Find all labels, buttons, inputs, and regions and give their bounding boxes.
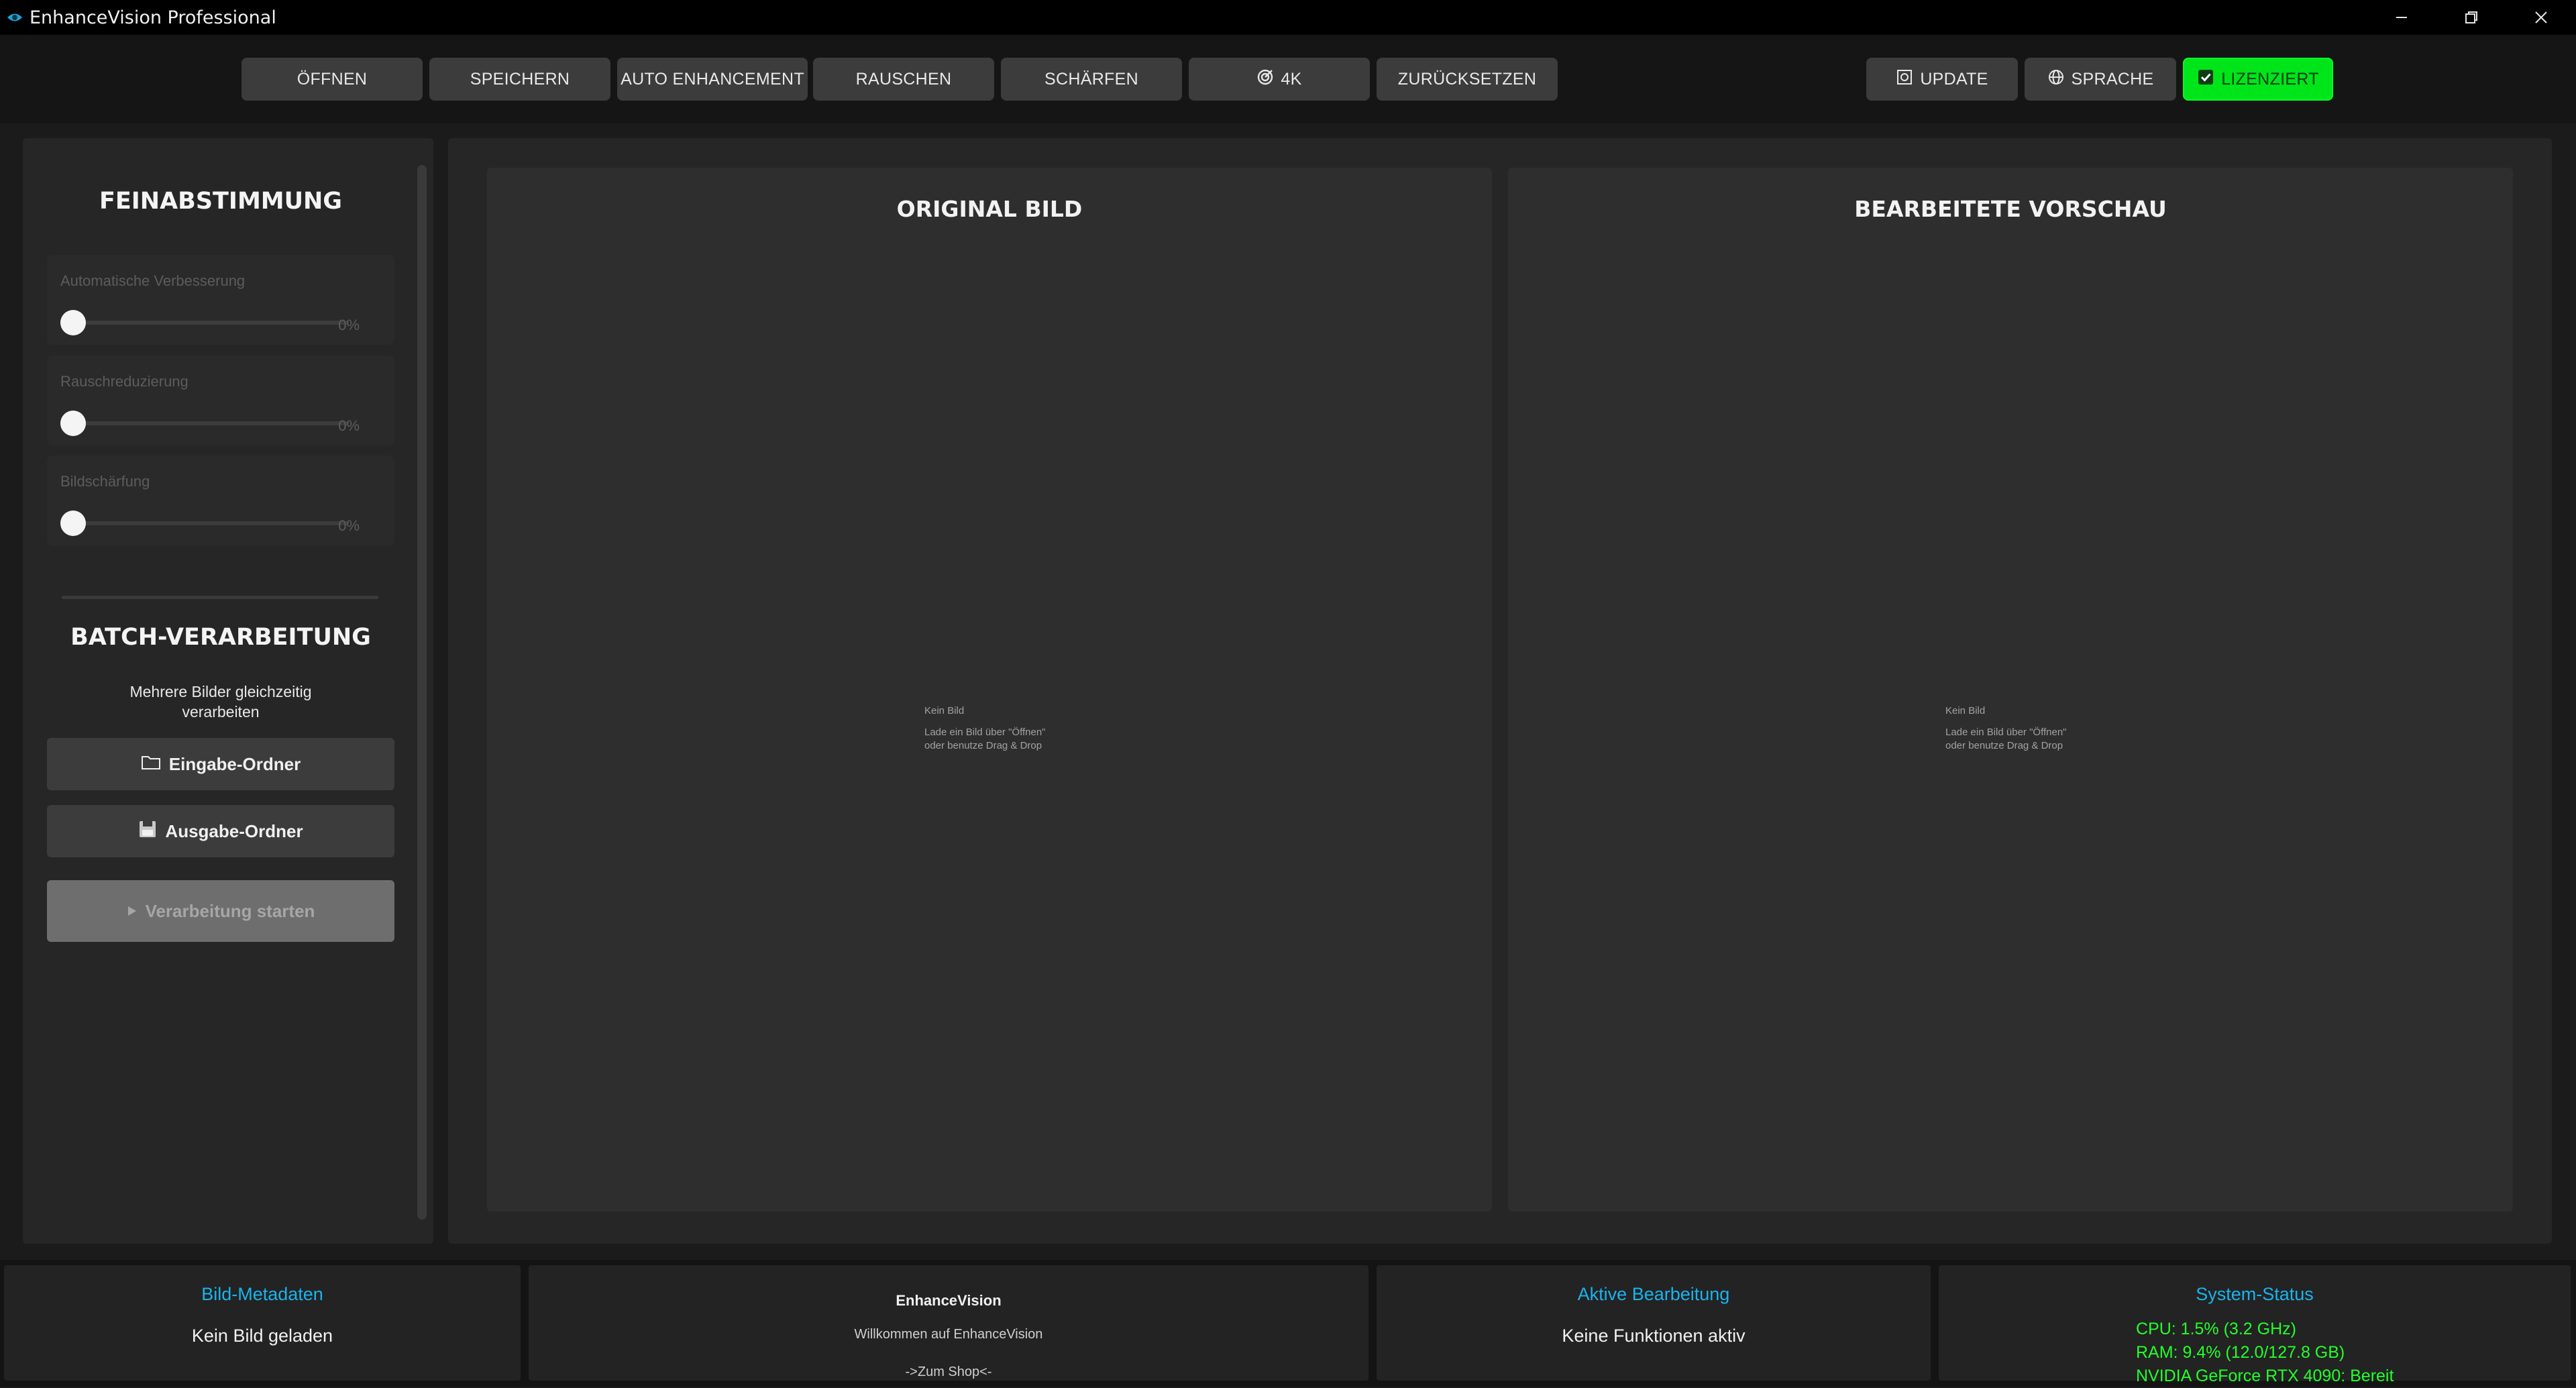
batch-description: Mehrere Bilder gleichzeitig verarbeiten — [129, 683, 312, 720]
image-metadata-box: Bild-Metadaten Kein Bild geladen — [4, 1265, 521, 1381]
slider-label: Automatische Verbesserung — [60, 272, 246, 289]
system-status-lines: CPU: 1.5% (3.2 GHz) RAM: 9.4% (12.0/127.… — [2136, 1318, 2394, 1388]
slider-handle[interactable] — [60, 411, 86, 436]
slider-handle[interactable] — [60, 511, 86, 536]
system-status-box: System-Status CPU: 1.5% (3.2 GHz) RAM: 9… — [1939, 1265, 2571, 1385]
welcome-text: Willkommen auf EnhanceVision — [854, 1327, 1043, 1342]
check-icon — [2197, 68, 2214, 91]
section-divider — [62, 596, 378, 599]
app-logo-icon — [5, 8, 24, 27]
noise-button[interactable]: RAUSCHEN — [813, 58, 994, 101]
main-content: ORIGINAL BILD Kein Bild Lade ein Bild üb… — [448, 138, 2552, 1244]
update-icon — [1896, 68, 1913, 91]
slider-value: 0% — [338, 317, 360, 333]
slider-label: Rauschreduzierung — [60, 373, 189, 390]
title-bar: EnhanceVision Professional — [0, 0, 2576, 35]
slider-value: 0% — [338, 517, 360, 534]
play-icon — [127, 901, 138, 922]
slider-track[interactable] — [74, 421, 349, 425]
target-icon — [1256, 68, 1274, 91]
empty-placeholder: Kein Bild Lade ein Bild über "Öffnen" od… — [1945, 705, 2067, 751]
system-status-title: System-Status — [2196, 1284, 2314, 1304]
metadata-value: Kein Bild geladen — [191, 1326, 333, 1346]
open-button[interactable]: ÖFFNEN — [241, 58, 423, 101]
start-processing-button[interactable]: Verarbeitung starten — [47, 880, 394, 942]
auto-enhance-slider-card: Automatische Verbesserung 0% — [47, 255, 394, 345]
slider-track[interactable] — [74, 521, 349, 525]
active-editing-box: Aktive Bearbeitung Keine Funktionen akti… — [1377, 1265, 1931, 1381]
gpu-status: NVIDIA GeForce RTX 4090: Bereit — [2136, 1367, 2394, 1385]
language-button[interactable]: SPRACHE — [2025, 58, 2176, 101]
licensed-button[interactable]: LIZENZIERT — [2183, 58, 2333, 101]
minimize-icon[interactable] — [2367, 0, 2436, 35]
floppy-disk-icon — [138, 820, 157, 843]
globe-icon — [2047, 68, 2065, 91]
edited-preview-panel[interactable]: BEARBEITETE VORSCHAU Kein Bild Lade ein … — [1508, 168, 2513, 1212]
batch-title: BATCH-VERARBEITUNG — [70, 624, 371, 651]
restore-icon[interactable] — [2436, 0, 2506, 35]
folder-icon — [141, 753, 161, 776]
noise-reduction-slider-card: Rauschreduzierung 0% — [47, 356, 394, 445]
app-name: EnhanceVision — [896, 1292, 1002, 1309]
toolbar: ÖFFNEN SPEICHERN AUTO ENHANCEMENT RAUSCH… — [0, 35, 2576, 123]
shop-link[interactable]: ->Zum Shop<- — [529, 1365, 1368, 1380]
update-button[interactable]: UPDATE — [1866, 58, 2018, 101]
window-title: EnhanceVision Professional — [30, 7, 276, 28]
ram-status: RAM: 9.4% (12.0/127.8 GB) — [2136, 1343, 2345, 1362]
reset-button[interactable]: ZURÜCKSETZEN — [1377, 58, 1558, 101]
original-image-title: ORIGINAL BILD — [896, 196, 1083, 222]
empty-placeholder: Kein Bild Lade ein Bild über "Öffnen" od… — [924, 705, 1046, 751]
active-editing-title: Aktive Bearbeitung — [1577, 1284, 1730, 1304]
welcome-box: EnhanceVision Willkommen auf EnhanceVisi… — [529, 1265, 1368, 1381]
slider-track[interactable] — [74, 321, 349, 325]
edited-preview-title: BEARBEITETE VORSCHAU — [1854, 196, 2167, 222]
save-button[interactable]: SPEICHERN — [429, 58, 610, 101]
slider-value: 0% — [338, 417, 360, 434]
close-icon[interactable] — [2506, 0, 2576, 35]
slider-label: Bildschärfung — [60, 473, 150, 490]
4k-button[interactable]: 4K — [1189, 58, 1370, 101]
status-footer: Bild-Metadaten Kein Bild geladen Enhance… — [0, 1260, 2576, 1387]
fine-tuning-title: FEINABSTIMMUNG — [99, 188, 343, 215]
auto-enhancement-button[interactable]: AUTO ENHANCEMENT — [617, 58, 808, 101]
original-image-panel[interactable]: ORIGINAL BILD Kein Bild Lade ein Bild üb… — [487, 168, 1492, 1212]
input-folder-button[interactable]: Eingabe-Ordner — [47, 738, 394, 790]
metadata-title: Bild-Metadaten — [201, 1284, 323, 1304]
sharpening-slider-card: Bildschärfung 0% — [47, 456, 394, 545]
cpu-status: CPU: 1.5% (3.2 GHz) — [2136, 1320, 2296, 1338]
active-editing-value: Keine Funktionen aktiv — [1562, 1326, 1746, 1346]
sidebar-scrollbar[interactable] — [417, 165, 427, 1220]
output-folder-button[interactable]: Ausgabe-Ordner — [47, 805, 394, 857]
slider-handle[interactable] — [60, 310, 86, 335]
sharpen-button[interactable]: SCHÄRFEN — [1001, 58, 1182, 101]
